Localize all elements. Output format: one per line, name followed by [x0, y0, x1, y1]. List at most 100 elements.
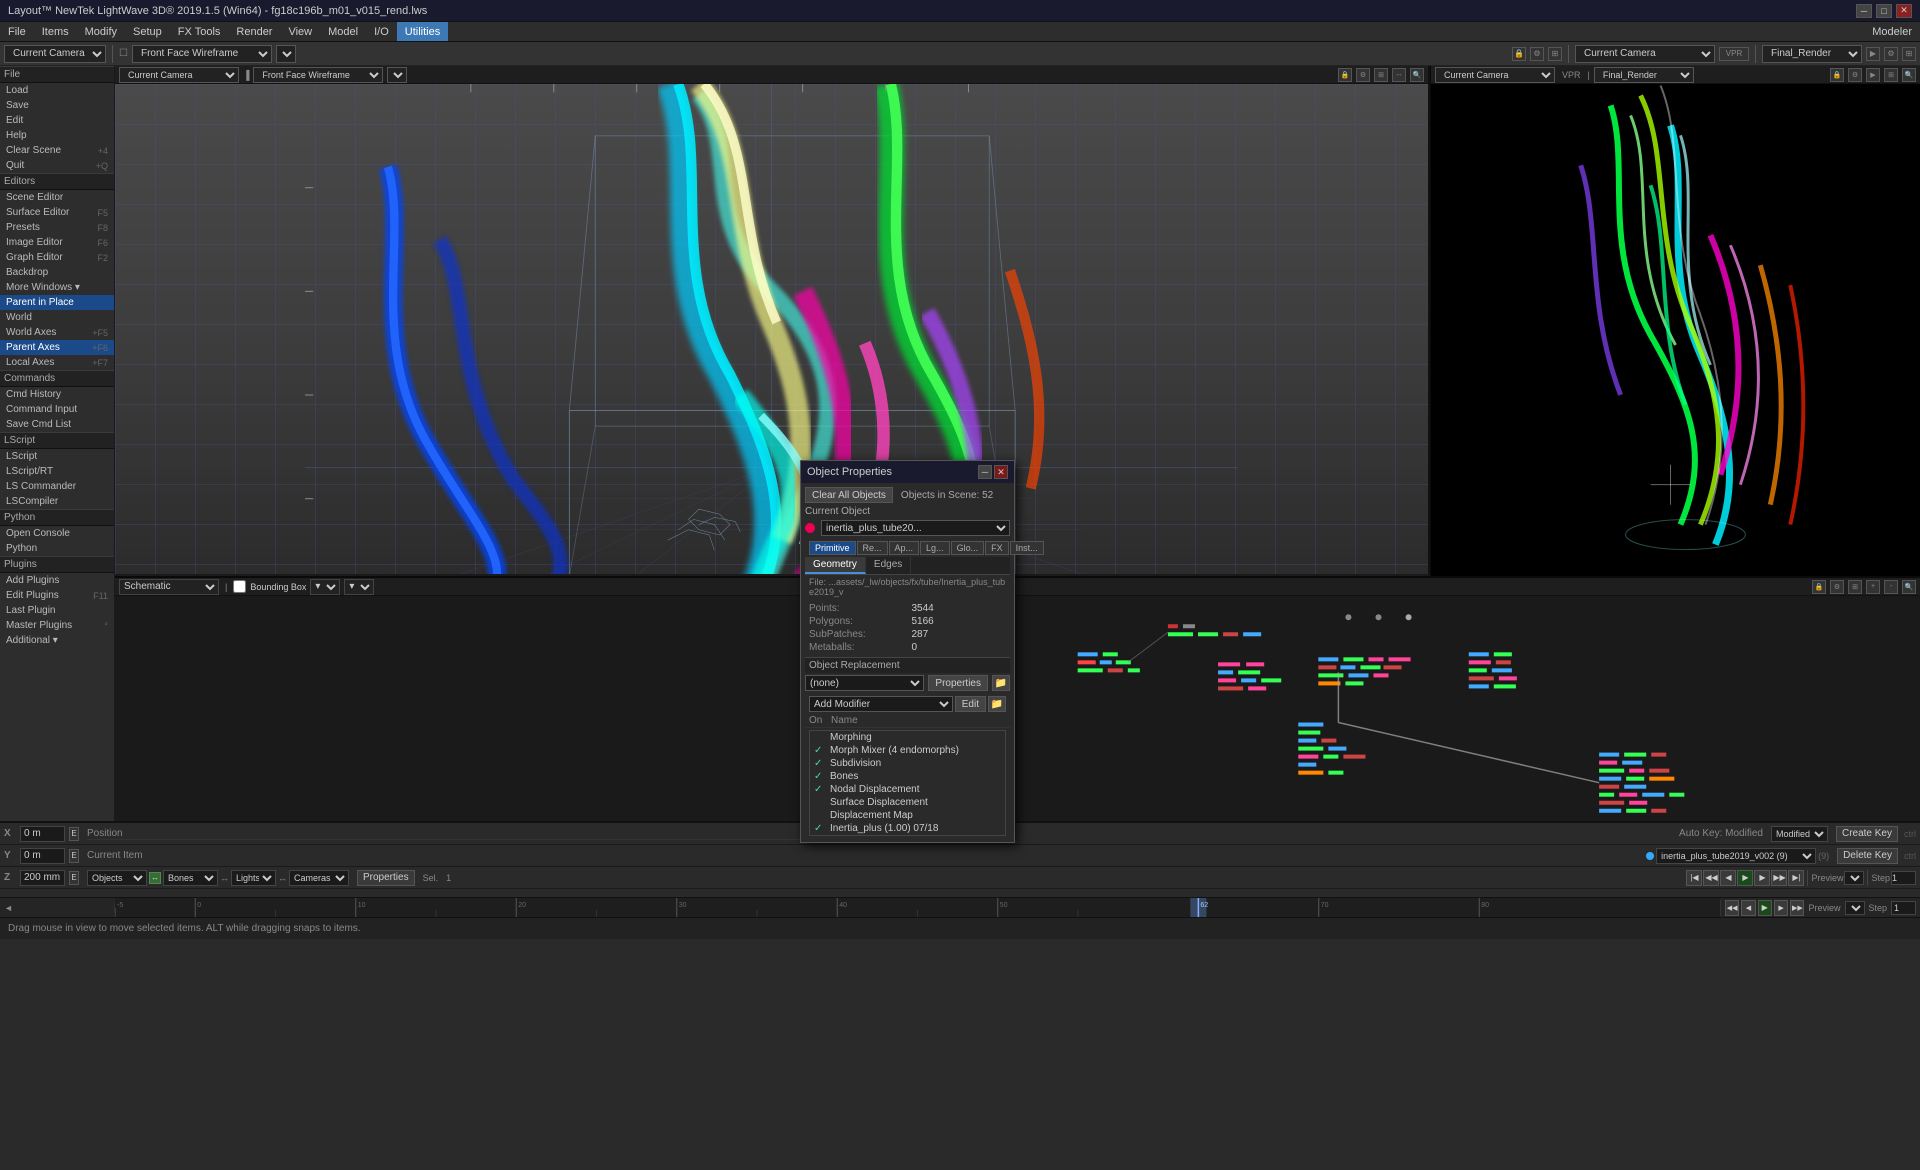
- add-modifier-select[interactable]: Add Modifier: [809, 696, 953, 712]
- sidebar-lscompiler[interactable]: LSCompiler: [0, 494, 114, 509]
- sidebar-world[interactable]: World: [0, 310, 114, 325]
- tl-play[interactable]: ▶: [1758, 900, 1772, 916]
- menu-file[interactable]: File: [0, 22, 34, 41]
- sidebar-image-editor[interactable]: Image EditorF6: [0, 235, 114, 250]
- sidebar-quit[interactable]: Quit +Q: [0, 158, 114, 173]
- main-viewport[interactable]: Current Camera ▐ Front Face Wireframe ▾ …: [115, 66, 1430, 576]
- autokey-select[interactable]: Modified: [1771, 826, 1828, 842]
- prev-frame-btn[interactable]: ◀◀: [1703, 870, 1719, 886]
- tab-geometry[interactable]: Geometry: [805, 557, 866, 574]
- expand-icon[interactable]: ⊞: [1548, 47, 1562, 61]
- camera-select-left[interactable]: Current Camera: [4, 45, 106, 63]
- current-item-select[interactable]: inertia_plus_tube2019_v002 (9): [1656, 848, 1816, 864]
- sidebar-help[interactable]: Help: [0, 128, 114, 143]
- sidebar-surface-editor[interactable]: Surface EditorF5: [0, 205, 114, 220]
- create-key-btn[interactable]: Create Key: [1836, 826, 1898, 842]
- z-value-input[interactable]: [20, 870, 65, 886]
- menu-utilities[interactable]: Utilities: [397, 22, 448, 41]
- properties-button[interactable]: Properties: [928, 675, 988, 691]
- schema-grid-icon[interactable]: ⊞: [1848, 580, 1862, 594]
- schematic-sub-select[interactable]: ▾: [310, 579, 340, 595]
- dialog-close[interactable]: ✕: [994, 465, 1008, 479]
- tab-fx[interactable]: FX: [985, 541, 1009, 555]
- tab-primitive[interactable]: Primitive: [809, 541, 856, 555]
- render-vp-icon5[interactable]: 🔍: [1902, 68, 1916, 82]
- menu-io[interactable]: I/O: [366, 22, 397, 41]
- vpr-icon[interactable]: VPR: [1719, 47, 1749, 61]
- y-e-btn[interactable]: E: [69, 849, 79, 863]
- tl-step-back[interactable]: ◀: [1741, 900, 1755, 916]
- render-vp-icon3[interactable]: ▶: [1866, 68, 1880, 82]
- schematic-panel[interactable]: Schematic | Bounding Box ▾ ▾ 🔒 ⚙ ⊞ +: [115, 578, 1920, 821]
- render-vp-icon4[interactable]: ⊞: [1884, 68, 1898, 82]
- z-e-btn[interactable]: E: [69, 871, 79, 885]
- sidebar-command-input[interactable]: Command Input: [0, 402, 114, 417]
- scene-canvas[interactable]: [115, 84, 1428, 576]
- modifier-bones[interactable]: ✓ Bones: [810, 770, 1005, 783]
- modifier-morph-mixer[interactable]: ✓ Morph Mixer (4 endomorphs): [810, 744, 1005, 757]
- tab-ap[interactable]: Ap...: [889, 541, 920, 555]
- tl-step-fwd[interactable]: ▶: [1774, 900, 1788, 916]
- timeline-ruler[interactable]: -5 0 10 20 30 40 50 62 70: [115, 898, 1720, 917]
- replacement-select[interactable]: (none): [805, 675, 924, 691]
- sidebar-scene-editor[interactable]: Scene Editor: [0, 190, 114, 205]
- sidebar-additional[interactable]: Additional ▾: [0, 633, 114, 648]
- menu-render[interactable]: Render: [228, 22, 280, 41]
- step-fwd-btn[interactable]: ▶: [1754, 870, 1770, 886]
- viewport-camera-select[interactable]: Current Camera: [119, 67, 239, 83]
- y-value-input[interactable]: [20, 848, 65, 864]
- bounding-box-check[interactable]: [233, 580, 246, 593]
- modeler-button[interactable]: Modeler: [1864, 22, 1920, 41]
- lights-select[interactable]: Lights: [231, 870, 276, 886]
- menu-setup[interactable]: Setup: [125, 22, 170, 41]
- schema-plus-icon[interactable]: +: [1866, 580, 1880, 594]
- render-preset-select[interactable]: Final_Render: [1762, 45, 1862, 63]
- schematic-canvas[interactable]: [115, 596, 1920, 821]
- render-viewport[interactable]: Current Camera VPR | Final_Render 🔒 ⚙ ▶ …: [1430, 66, 1920, 576]
- schema-search-icon[interactable]: 🔍: [1902, 580, 1916, 594]
- sidebar-load[interactable]: Load: [0, 83, 114, 98]
- play-btn[interactable]: ▶: [1737, 870, 1753, 886]
- vp-grid-icon[interactable]: ⊞: [1374, 68, 1388, 82]
- render-vp-icon1[interactable]: 🔒: [1830, 68, 1844, 82]
- render-settings-icon[interactable]: ⚙: [1884, 47, 1898, 61]
- modifier-displacement-map[interactable]: Displacement Map: [810, 809, 1005, 822]
- tab-re[interactable]: Re...: [857, 541, 888, 555]
- sidebar-clear-scene[interactable]: Clear Scene +4: [0, 143, 114, 158]
- tab-edges[interactable]: Edges: [866, 557, 911, 574]
- dialog-minimize[interactable]: ─: [978, 465, 992, 479]
- schematic-type-select[interactable]: Schematic: [119, 579, 219, 595]
- x-value-input[interactable]: [20, 826, 65, 842]
- schematic-sub-select2[interactable]: ▾: [344, 579, 374, 595]
- sidebar-lscript-rt[interactable]: LScript/RT: [0, 464, 114, 479]
- schema-minus-icon[interactable]: -: [1884, 580, 1898, 594]
- play-to-start-btn[interactable]: |◀: [1686, 870, 1702, 886]
- modifier-surface-displacement[interactable]: Surface Displacement: [810, 796, 1005, 809]
- render-final-select[interactable]: Final_Render: [1594, 67, 1694, 83]
- vp-gear-icon[interactable]: ⚙: [1356, 68, 1370, 82]
- menu-fxtools[interactable]: FX Tools: [170, 22, 229, 41]
- sidebar-python[interactable]: Python: [0, 541, 114, 556]
- sidebar-edit[interactable]: Edit: [0, 113, 114, 128]
- render-icon[interactable]: ▶: [1866, 47, 1880, 61]
- window-controls[interactable]: ─ □ ✕: [1856, 4, 1912, 18]
- modifier-subdivision[interactable]: ✓ Subdivision: [810, 757, 1005, 770]
- camera-select-right[interactable]: Current Camera: [1575, 45, 1715, 63]
- sidebar-presets[interactable]: PresetsF8: [0, 220, 114, 235]
- viewport-mode-sub[interactable]: ▾: [387, 67, 407, 83]
- modifier-morphing[interactable]: Morphing: [810, 731, 1005, 744]
- modifier-icon-btn[interactable]: 📁: [988, 696, 1006, 712]
- vp-search-icon[interactable]: 🔍: [1410, 68, 1424, 82]
- sidebar-open-console[interactable]: Open Console: [0, 526, 114, 541]
- sidebar-graph-editor[interactable]: Graph EditorF2: [0, 250, 114, 265]
- vp-expand-icon[interactable]: ↔: [1392, 68, 1406, 82]
- schema-lock-icon[interactable]: 🔒: [1812, 580, 1826, 594]
- sidebar-backdrop[interactable]: Backdrop: [0, 265, 114, 280]
- tl-step-input[interactable]: [1891, 901, 1916, 915]
- maximize-button[interactable]: □: [1876, 4, 1892, 18]
- sidebar-lscript[interactable]: LScript: [0, 449, 114, 464]
- step-back-btn[interactable]: ◀: [1720, 870, 1736, 886]
- view-mode-select[interactable]: Front Face Wireframe: [132, 45, 272, 63]
- tab-inst[interactable]: Inst...: [1010, 541, 1044, 555]
- vp-lock-icon[interactable]: 🔒: [1338, 68, 1352, 82]
